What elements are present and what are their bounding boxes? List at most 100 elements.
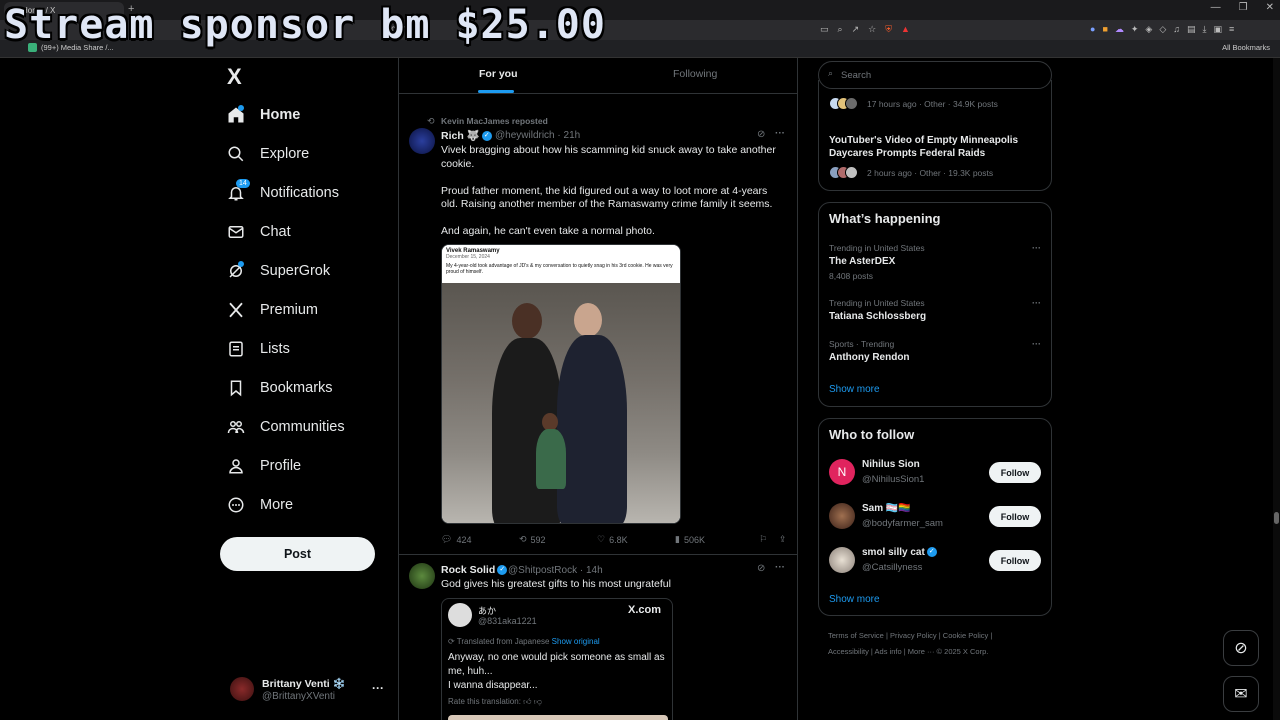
trend-title[interactable]: The AsterDEX	[829, 256, 895, 267]
tweet-author-name[interactable]: Rich 🐺 ✓	[441, 129, 492, 142]
home-icon	[226, 105, 246, 125]
post-button[interactable]: Post	[220, 537, 375, 571]
more-icon[interactable]: ···	[775, 128, 785, 139]
account-switcher[interactable]: Brittany Venti ❄️ @BrittanyXVenti ···	[230, 675, 390, 707]
rewards-icon[interactable]: ▲	[901, 24, 910, 35]
verified-icon: ✓	[481, 131, 492, 142]
extension-icon[interactable]: ✦	[1131, 24, 1139, 35]
close-icon[interactable]: ✕	[1266, 2, 1274, 13]
grok-float-button[interactable]: ⊘	[1223, 630, 1259, 666]
scrollbar[interactable]	[1273, 58, 1280, 720]
suggested-name[interactable]: smol silly cat ✓	[862, 547, 937, 558]
brave-shield-icon[interactable]: ⛨	[885, 24, 892, 35]
extension-icon[interactable]: ●	[1090, 24, 1095, 35]
nav-supergrok[interactable]: SuperGrok	[226, 256, 330, 286]
scrollbar-thumb[interactable]	[1274, 512, 1279, 524]
trend-title[interactable]: Tatiana Schlossberg	[829, 311, 926, 322]
trend-headline[interactable]: YouTuber's Video of Empty Minneapolis Da…	[829, 134, 1039, 160]
tweet-author-handle[interactable]: @ShitpostRock · 14h	[508, 565, 603, 576]
grok-explain-icon[interactable]: ⊘	[757, 563, 765, 574]
thumbs-up-icon[interactable]: 👍︎	[523, 697, 531, 706]
nav-premium[interactable]: Premium	[226, 295, 318, 325]
mail-icon: ✉	[1234, 686, 1248, 703]
quote-image-preview	[448, 715, 668, 720]
nav-more[interactable]: More	[226, 490, 293, 520]
nav-profile[interactable]: Profile	[226, 451, 301, 481]
left-navigation: Home Explore 14 Notifications Chat Super…	[220, 58, 395, 720]
footer-link[interactable]: Accessibility	[828, 647, 869, 656]
trend-title[interactable]: Anthony Rendon	[829, 352, 910, 363]
tweet-author-handle[interactable]: @heywildrich · 21h	[495, 130, 580, 141]
extension-icon[interactable]: ◈	[1145, 24, 1152, 35]
nav-label: Bookmarks	[260, 380, 333, 396]
tweet-image[interactable]: Vivek Ramaswamy December 15, 2024 My 4-y…	[441, 244, 681, 524]
more-icon[interactable]: ···	[372, 681, 384, 695]
more-icon[interactable]: ···	[1032, 298, 1041, 308]
quoted-image[interactable]: あか @831aka1221 X.com ⟳ Translated from J…	[441, 598, 673, 720]
tab-following[interactable]: Following	[673, 68, 717, 80]
unread-dot	[238, 261, 244, 267]
tab-for-you[interactable]: For you	[479, 68, 518, 80]
all-bookmarks-button[interactable]: All Bookmarks	[1222, 43, 1270, 52]
suggested-name[interactable]: Nihilus Sion	[862, 459, 920, 470]
extension-icon[interactable]: ■	[1102, 24, 1107, 35]
nav-communities[interactable]: Communities	[226, 412, 345, 442]
extension-icon[interactable]: ☁	[1115, 24, 1124, 35]
tweet-author-name[interactable]: Rock Solid ✓	[441, 564, 508, 576]
footer-link[interactable]: More ···	[908, 647, 935, 656]
more-icon[interactable]: ···	[1032, 339, 1041, 349]
follow-button[interactable]: Follow	[989, 506, 1041, 527]
like-button[interactable]: ♡ 6.8K	[597, 534, 675, 545]
suggested-name[interactable]: Sam 🏳️‍⚧️🏳️‍🌈	[862, 503, 911, 514]
extension-icon[interactable]: ◇	[1159, 24, 1166, 35]
nav-notifications[interactable]: 14 Notifications	[226, 178, 339, 208]
repost-button[interactable]: ⟲ 592	[519, 534, 597, 545]
messages-float-button[interactable]: ✉	[1223, 676, 1259, 712]
follow-button[interactable]: Follow	[989, 462, 1041, 483]
nav-lists[interactable]: Lists	[226, 334, 290, 364]
extension-icon[interactable]: ▤	[1187, 24, 1196, 35]
cast-icon[interactable]: ▭	[820, 24, 829, 35]
grok-icon: ⊘	[1234, 640, 1248, 657]
footer-link[interactable]: Terms of Service	[828, 631, 884, 640]
grok-explain-icon[interactable]: ⊘	[757, 129, 765, 140]
avatar	[448, 603, 472, 627]
reply-button[interactable]: 💬︎ 424	[441, 534, 519, 545]
nav-chat[interactable]: Chat	[226, 217, 291, 247]
show-more-link[interactable]: Show more	[829, 594, 880, 605]
avatar	[230, 677, 254, 701]
thumbs-down-icon[interactable]: 👎︎	[534, 697, 542, 706]
nav-label: Chat	[260, 224, 291, 240]
views-button[interactable]: ▮ 506K	[675, 534, 759, 545]
follow-button[interactable]: Follow	[989, 550, 1041, 571]
downloads-icon[interactable]: ⤓	[1203, 24, 1207, 35]
star-icon[interactable]: ☆	[868, 24, 876, 35]
footer-link[interactable]: Cookie Policy	[943, 631, 988, 640]
show-more-link[interactable]: Show more	[829, 384, 880, 395]
extension-icon[interactable]: ♫	[1173, 24, 1180, 35]
avatar[interactable]	[829, 503, 855, 529]
more-icon[interactable]: ···	[1032, 243, 1041, 253]
zoom-icon[interactable]: ⌕	[838, 24, 843, 35]
more-icon[interactable]: ···	[775, 562, 785, 573]
wallet-icon[interactable]: ▣	[1214, 24, 1223, 35]
nav-home[interactable]: Home	[226, 100, 300, 130]
avatar[interactable]: N	[829, 459, 855, 485]
minimize-icon[interactable]: —	[1211, 2, 1221, 13]
avatar[interactable]	[829, 547, 855, 573]
bookmark-button[interactable]: ⚐	[759, 534, 779, 545]
share-button[interactable]: ⇪	[779, 534, 787, 545]
nav-explore[interactable]: Explore	[226, 139, 309, 169]
share-icon[interactable]: ↗	[852, 24, 860, 35]
person-head	[574, 303, 602, 337]
avatar[interactable]	[409, 563, 435, 589]
grok-icon	[226, 261, 246, 281]
show-original-link[interactable]: Show original	[552, 637, 600, 646]
footer-link[interactable]: Privacy Policy	[890, 631, 937, 640]
reposted-by: Kevin MacJames reposted	[441, 116, 548, 126]
avatar[interactable]	[409, 128, 435, 154]
nav-bookmarks[interactable]: Bookmarks	[226, 373, 333, 403]
restore-icon[interactable]: ❐	[1239, 2, 1248, 13]
menu-icon[interactable]: ≡	[1229, 24, 1234, 35]
footer-link[interactable]: Ads info	[875, 647, 902, 656]
